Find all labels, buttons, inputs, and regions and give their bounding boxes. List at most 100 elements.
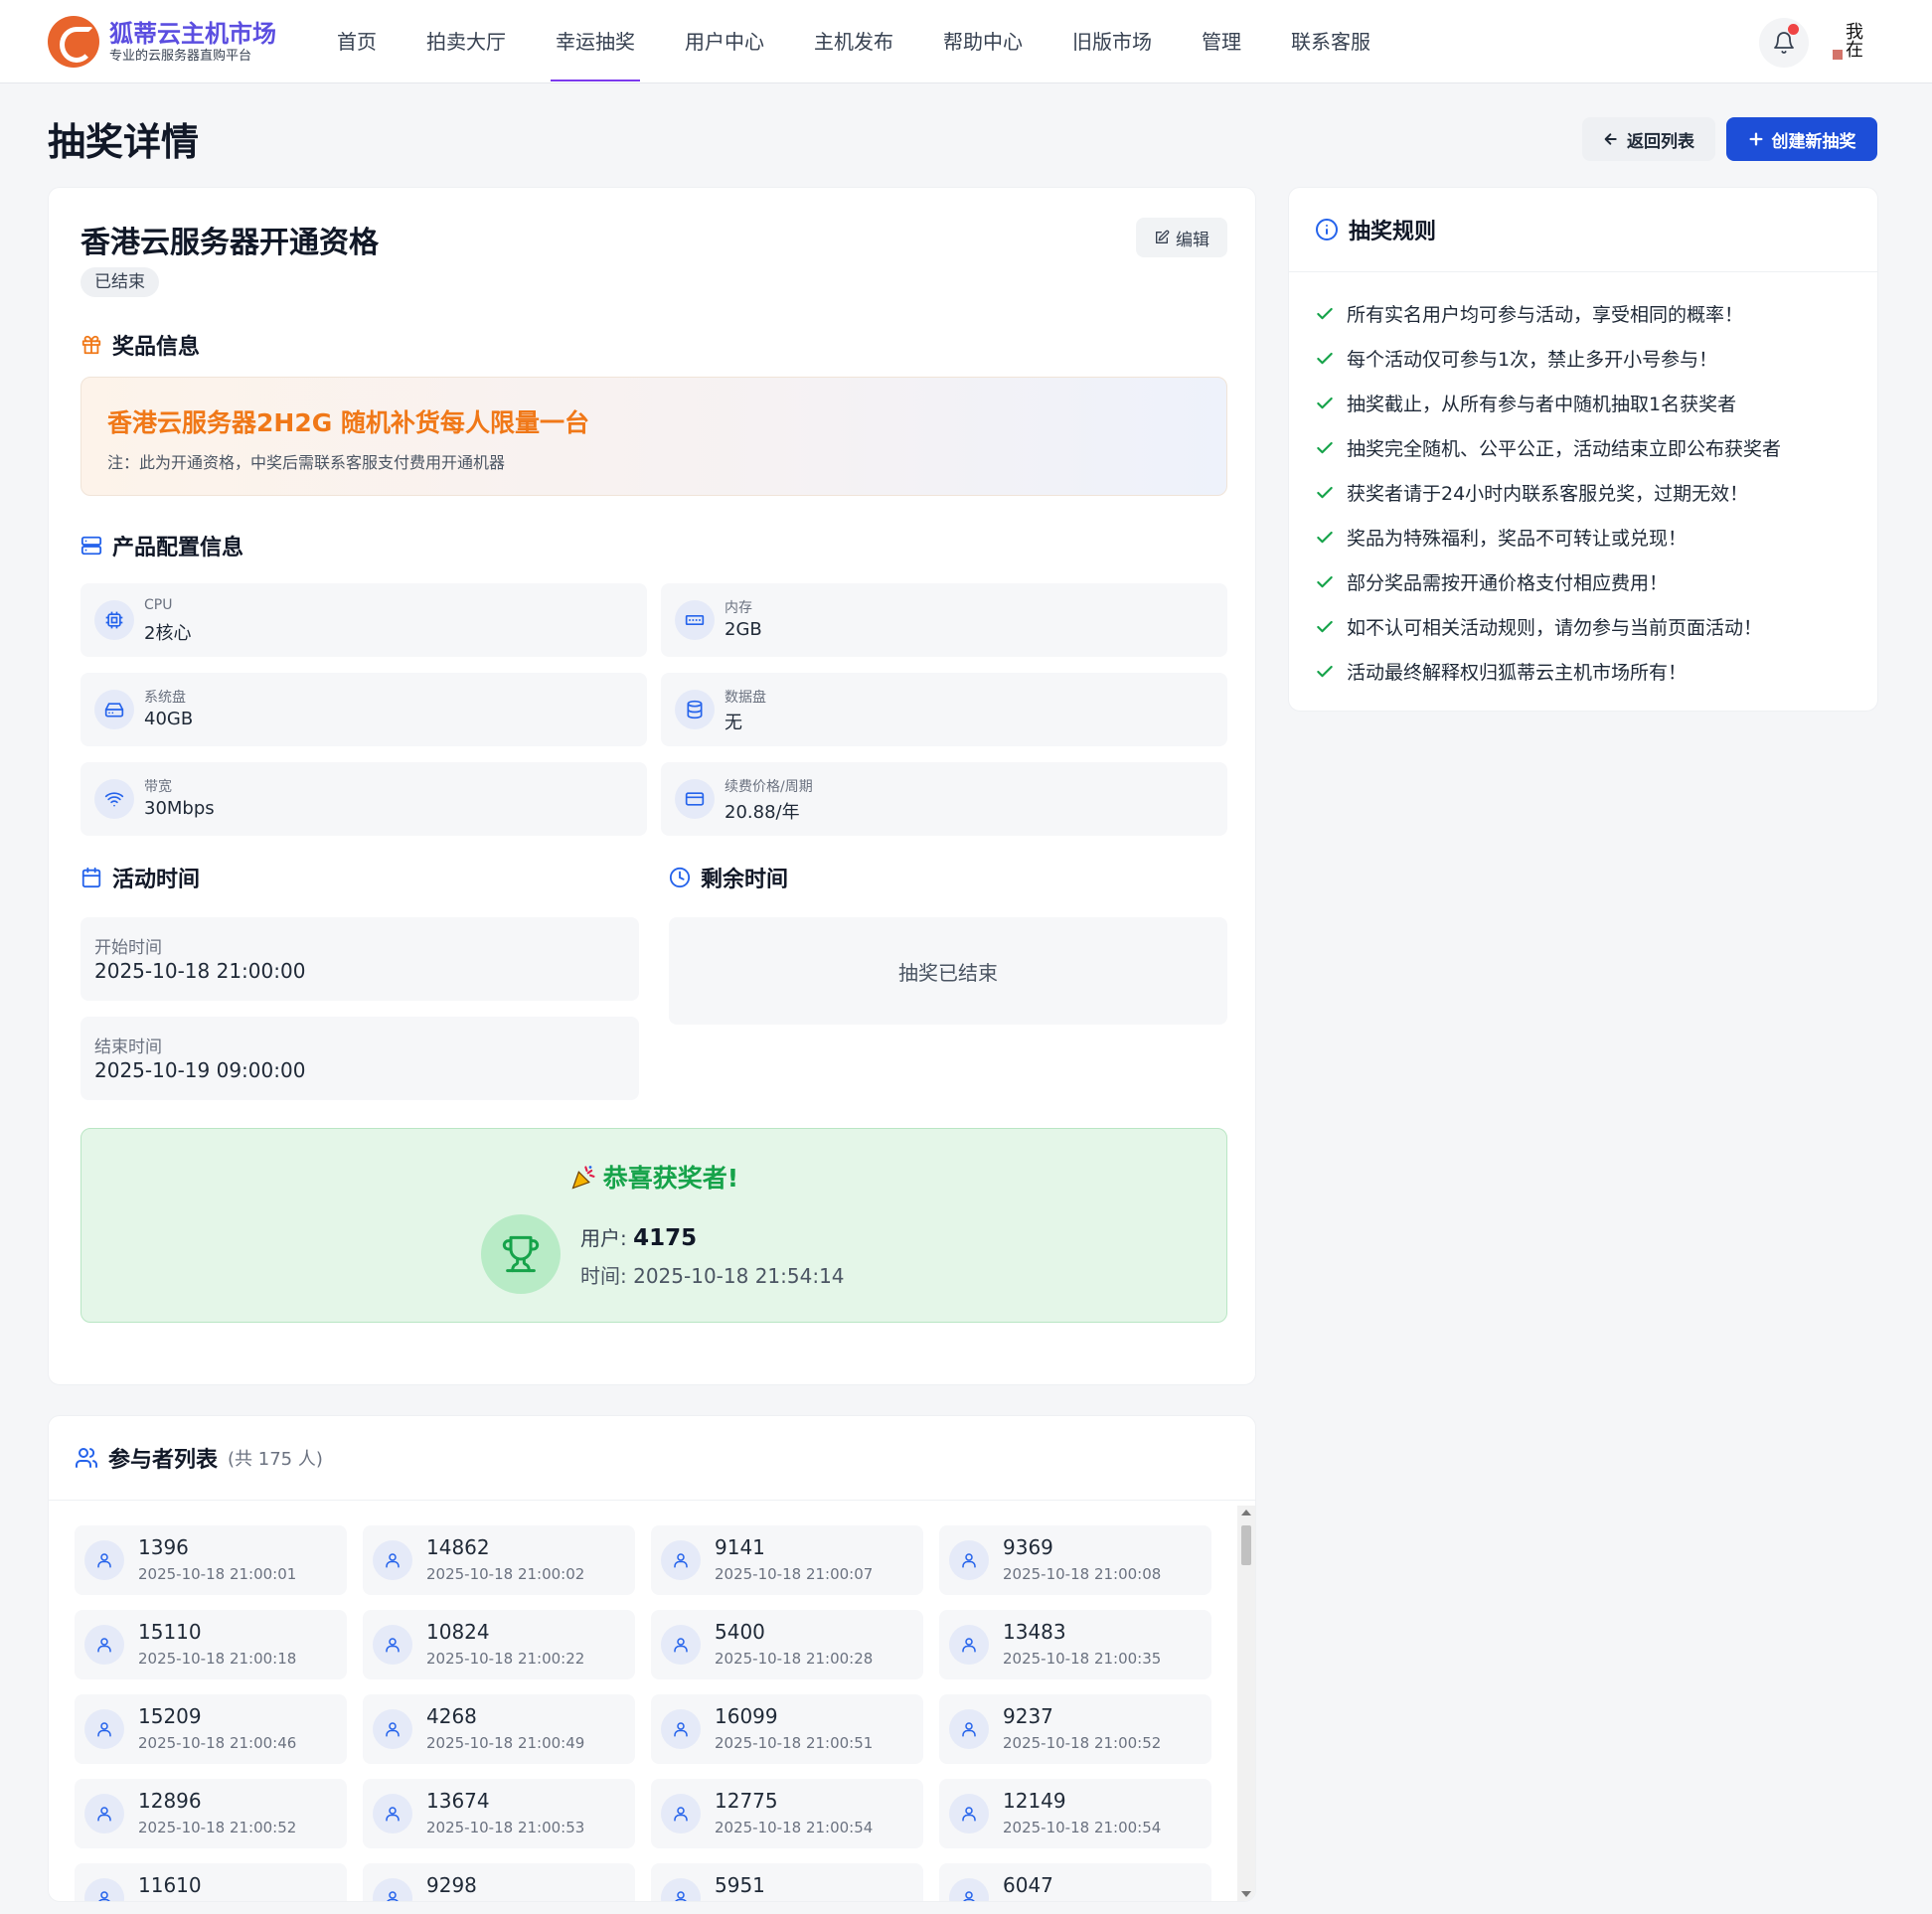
rule-item: 每个活动仅可参与1次，禁止多开小号参与！ xyxy=(1315,336,1781,381)
user-icon xyxy=(84,1709,124,1749)
activity-time-heading: 活动时间 xyxy=(80,862,200,893)
participant-item: 4268 2025-10-18 21:00:49 xyxy=(363,1694,635,1764)
nav-home[interactable]: 首页 xyxy=(318,0,396,83)
nav-auction-hall[interactable]: 拍卖大厅 xyxy=(407,0,525,83)
participant-item: 16099 2025-10-18 21:00:51 xyxy=(651,1694,923,1764)
participant-id: 15209 xyxy=(138,1704,202,1728)
participant-item: 12896 2025-10-18 21:00:52 xyxy=(75,1779,347,1848)
participant-id: 13483 xyxy=(1003,1620,1066,1644)
user-icon xyxy=(661,1709,701,1749)
check-icon xyxy=(1317,575,1333,587)
start-time: 2025-10-18 21:00:00 xyxy=(94,959,306,983)
config-section-heading: 产品配置信息 xyxy=(80,530,243,561)
participant-item: 12149 2025-10-18 21:00:54 xyxy=(939,1779,1211,1848)
start-time-box: 开始时间 2025-10-18 21:00:00 xyxy=(80,917,639,1001)
participant-time: 2025-10-18 21:00:01 xyxy=(138,1565,297,1583)
spec-memory: 内存 2GB xyxy=(661,583,1227,657)
nav-admin[interactable]: 管理 xyxy=(1183,0,1260,83)
participant-scrollbar[interactable] xyxy=(1237,1506,1255,1901)
participant-id: 6047 xyxy=(1003,1873,1053,1897)
scroll-down-arrow-icon[interactable] xyxy=(1241,1891,1251,1897)
participant-item: 9298 xyxy=(363,1863,635,1901)
rule-item: 所有实名用户均可参与活动，享受相同的概率！ xyxy=(1315,291,1781,336)
participant-id: 11610 xyxy=(138,1873,202,1897)
participants-heading: 参与者列表 (共 175 人) xyxy=(75,1442,323,1474)
notification-dot xyxy=(1788,24,1799,35)
winner-box: 恭喜获奖者! 用户: 4175 时间: 2025-10-18 21:54:14 xyxy=(80,1128,1227,1323)
prize-note: 注：此为开通资格，中奖后需联系客服支付费用开通机器 xyxy=(107,453,506,472)
scroll-up-arrow-icon[interactable] xyxy=(1241,1510,1251,1515)
remaining-time-heading: 剩余时间 xyxy=(669,862,788,893)
participant-time: 2025-10-18 21:00:07 xyxy=(715,1565,874,1583)
rule-item: 活动最终解释权归狐蒂云主机市场所有！ xyxy=(1315,649,1781,694)
rule-item: 抽奖截止，从所有参与者中随机抽取1名获奖者 xyxy=(1315,381,1781,425)
brand[interactable]: 狐蒂云主机市场 专业的云服务器直购平台 xyxy=(48,16,276,68)
participant-time: 2025-10-18 21:00:51 xyxy=(715,1734,874,1752)
user-icon xyxy=(373,1625,412,1665)
check-icon xyxy=(1317,352,1333,364)
participant-id: 16099 xyxy=(715,1704,778,1728)
participant-item: 13483 2025-10-18 21:00:35 xyxy=(939,1610,1211,1679)
check-icon xyxy=(1317,531,1333,543)
user-icon xyxy=(84,1794,124,1834)
participant-item: 15209 2025-10-18 21:00:46 xyxy=(75,1694,347,1764)
remaining-time-box: 抽奖已结束 xyxy=(669,917,1227,1025)
nav-legacy-market[interactable]: 旧版市场 xyxy=(1053,0,1171,83)
participant-id: 9369 xyxy=(1003,1535,1053,1559)
plus-icon xyxy=(1749,132,1762,146)
nav-contact-support[interactable]: 联系客服 xyxy=(1272,0,1389,83)
end-time: 2025-10-19 09:00:00 xyxy=(94,1058,306,1082)
create-lottery-button[interactable]: 创建新抽奖 xyxy=(1726,117,1877,161)
participant-id: 15110 xyxy=(138,1620,202,1644)
nav-user-center[interactable]: 用户中心 xyxy=(666,0,783,83)
participant-item: 15110 2025-10-18 21:00:18 xyxy=(75,1610,347,1679)
participant-id: 12149 xyxy=(1003,1789,1066,1813)
brand-name: 狐蒂云主机市场 xyxy=(109,20,276,48)
divider xyxy=(1289,271,1877,272)
divider xyxy=(49,1500,1255,1501)
spec-renewal-price: 续费价格/周期 20.88/年 xyxy=(661,762,1227,836)
participant-time: 2025-10-18 21:00:18 xyxy=(138,1650,297,1668)
winner-time: 时间: 2025-10-18 21:54:14 xyxy=(580,1264,845,1288)
participant-item: 9237 2025-10-18 21:00:52 xyxy=(939,1694,1211,1764)
participant-item: 6047 xyxy=(939,1863,1211,1901)
notification-button[interactable] xyxy=(1759,18,1809,68)
rule-item: 如不认可相关活动规则，请勿参与当前页面活动！ xyxy=(1315,604,1781,649)
participant-item: 9141 2025-10-18 21:00:07 xyxy=(651,1525,923,1595)
user-icon xyxy=(84,1878,124,1901)
rule-item: 奖品为特殊福利，奖品不可转让或兑现！ xyxy=(1315,515,1781,559)
rules-card: 抽奖规则 所有实名用户均可参与活动，享受相同的概率！ 每个活动仅可参与1次，禁止… xyxy=(1288,187,1878,712)
edit-button[interactable]: 编辑 xyxy=(1136,218,1227,257)
participant-item: 11610 xyxy=(75,1863,347,1901)
spec-bandwidth: 带宽 30Mbps xyxy=(80,762,647,836)
nav-help-center[interactable]: 帮助中心 xyxy=(924,0,1042,83)
edit-icon xyxy=(1156,230,1170,243)
avatar-text: 我在 xyxy=(1846,22,1863,61)
user-avatar[interactable]: 我在 xyxy=(1831,18,1878,66)
info-icon xyxy=(1316,219,1338,240)
user-icon xyxy=(373,1878,412,1901)
spec-data-disk: 数据盘 无 xyxy=(661,673,1227,746)
check-icon xyxy=(1317,397,1333,408)
scroll-thumb[interactable] xyxy=(1241,1525,1251,1565)
user-icon xyxy=(661,1625,701,1665)
participant-id: 1396 xyxy=(138,1535,189,1559)
winner-title: 恭喜获奖者! xyxy=(81,1159,1226,1195)
card-icon xyxy=(675,779,715,819)
page-title: 抽奖详情 xyxy=(48,120,200,164)
user-icon xyxy=(949,1709,989,1749)
check-icon xyxy=(1317,620,1333,632)
back-to-list-button[interactable]: 返回列表 xyxy=(1582,117,1715,161)
participant-item: 12775 2025-10-18 21:00:54 xyxy=(651,1779,923,1848)
participant-item: 5951 xyxy=(651,1863,923,1901)
participant-item: 9369 2025-10-18 21:00:08 xyxy=(939,1525,1211,1595)
participant-item: 14862 2025-10-18 21:00:02 xyxy=(363,1525,635,1595)
lottery-title: 香港云服务器开通资格 xyxy=(80,226,379,260)
nav-host-publish[interactable]: 主机发布 xyxy=(795,0,912,83)
participant-id: 13674 xyxy=(426,1789,490,1813)
participant-item: 13674 2025-10-18 21:00:53 xyxy=(363,1779,635,1848)
participant-id: 12896 xyxy=(138,1789,202,1813)
main-nav: 首页 拍卖大厅 幸运抽奖 用户中心 主机发布 帮助中心 旧版市场 管理 联系客服 xyxy=(318,0,1401,83)
nav-lucky-draw[interactable]: 幸运抽奖 xyxy=(537,0,654,83)
rules-list: 所有实名用户均可参与活动，享受相同的概率！ 每个活动仅可参与1次，禁止多开小号参… xyxy=(1315,291,1781,694)
